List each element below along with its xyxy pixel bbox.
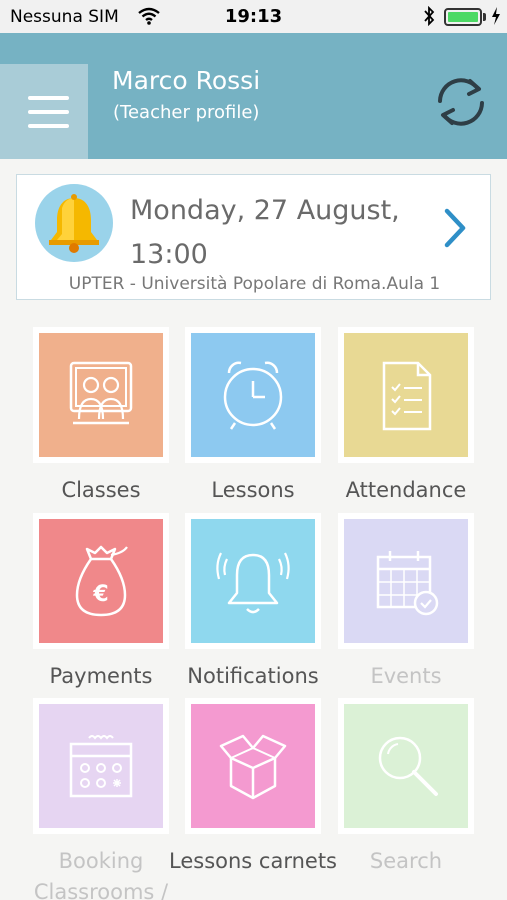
bluetooth-icon [422, 5, 436, 30]
money-bag-icon: € [39, 519, 163, 643]
classroom-icon [39, 333, 163, 457]
next-lesson-card[interactable]: Monday, 27 August, 13:00 UPTER - Univers… [16, 174, 491, 300]
lesson-time: 13:00 [130, 239, 208, 270]
checklist-document-icon [344, 333, 468, 457]
bell-icon [35, 184, 113, 262]
chevron-right-icon[interactable] [441, 205, 471, 251]
hamburger-menu-icon [28, 96, 69, 100]
app-header: Marco Rossi (Teacher profile) [0, 33, 507, 159]
status-bar: Nessuna SIM 19:13 [0, 0, 507, 33]
lesson-date: Monday, 27 August, [130, 195, 400, 226]
tile-label: Search [369, 849, 443, 873]
calendar-check-icon [344, 519, 468, 643]
battery-icon [444, 8, 482, 26]
tile-label: Attendance [345, 478, 467, 502]
bell-ringing-icon [191, 519, 315, 643]
menu-button[interactable] [0, 64, 88, 159]
user-name: Marco Rossi [112, 66, 261, 95]
refresh-button[interactable] [430, 71, 492, 133]
booking-calendar-icon [39, 704, 163, 828]
svg-text:€: € [92, 582, 108, 607]
tile-label: Events [370, 664, 442, 688]
refresh-icon [438, 78, 484, 126]
lesson-location: UPTER - Università Popolare di Roma.Aula… [68, 274, 441, 294]
charging-icon [490, 6, 502, 30]
box-icon [191, 704, 315, 828]
user-role: (Teacher profile) [113, 102, 260, 123]
alarm-clock-icon [191, 333, 315, 457]
search-icon [344, 704, 468, 828]
lesson-datetime: Monday, 27 August, 13:00 [130, 189, 430, 277]
